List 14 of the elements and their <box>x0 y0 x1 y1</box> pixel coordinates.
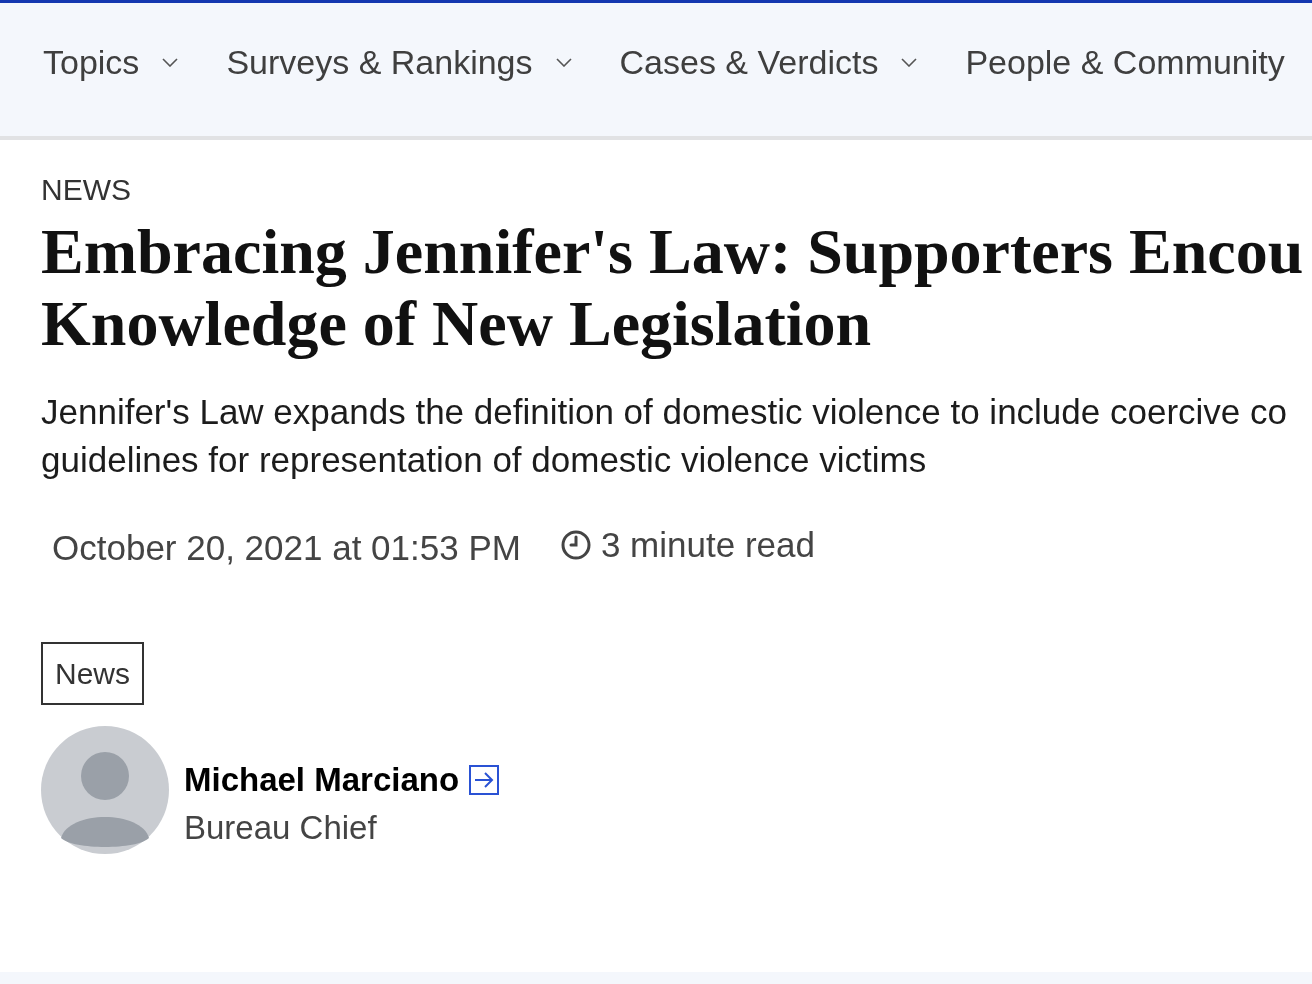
nav-menu-item[interactable]: Surveys & Rankings <box>226 42 572 82</box>
nav-menu-item[interactable]: Topics <box>43 42 179 82</box>
article-summary: Jennifer's Law expands the definition of domestic violence to include coercive co guidelines for representation of domestic violence victims <box>41 391 1287 481</box>
publish-date: October 20, 2021 at 01:53 PM <box>52 528 521 568</box>
tag-link[interactable]: News <box>41 642 144 705</box>
article-title: Embracing Jennifer's Law: Supporters Encou Knowledge of New Legislation <box>41 216 1304 360</box>
author-name-link[interactable]: Michael Marciano <box>184 760 460 800</box>
clock-icon <box>560 530 591 560</box>
author-role: Bureau Chief <box>184 808 377 848</box>
nav-menu-item[interactable]: Cases & Verdicts <box>619 42 918 82</box>
arrow-right-icon[interactable] <box>469 765 500 795</box>
read-time: 3 minute read <box>600 525 815 565</box>
section-label: NEWS <box>41 172 131 208</box>
nav-menu-item[interactable]: People & Community <box>965 42 1285 82</box>
